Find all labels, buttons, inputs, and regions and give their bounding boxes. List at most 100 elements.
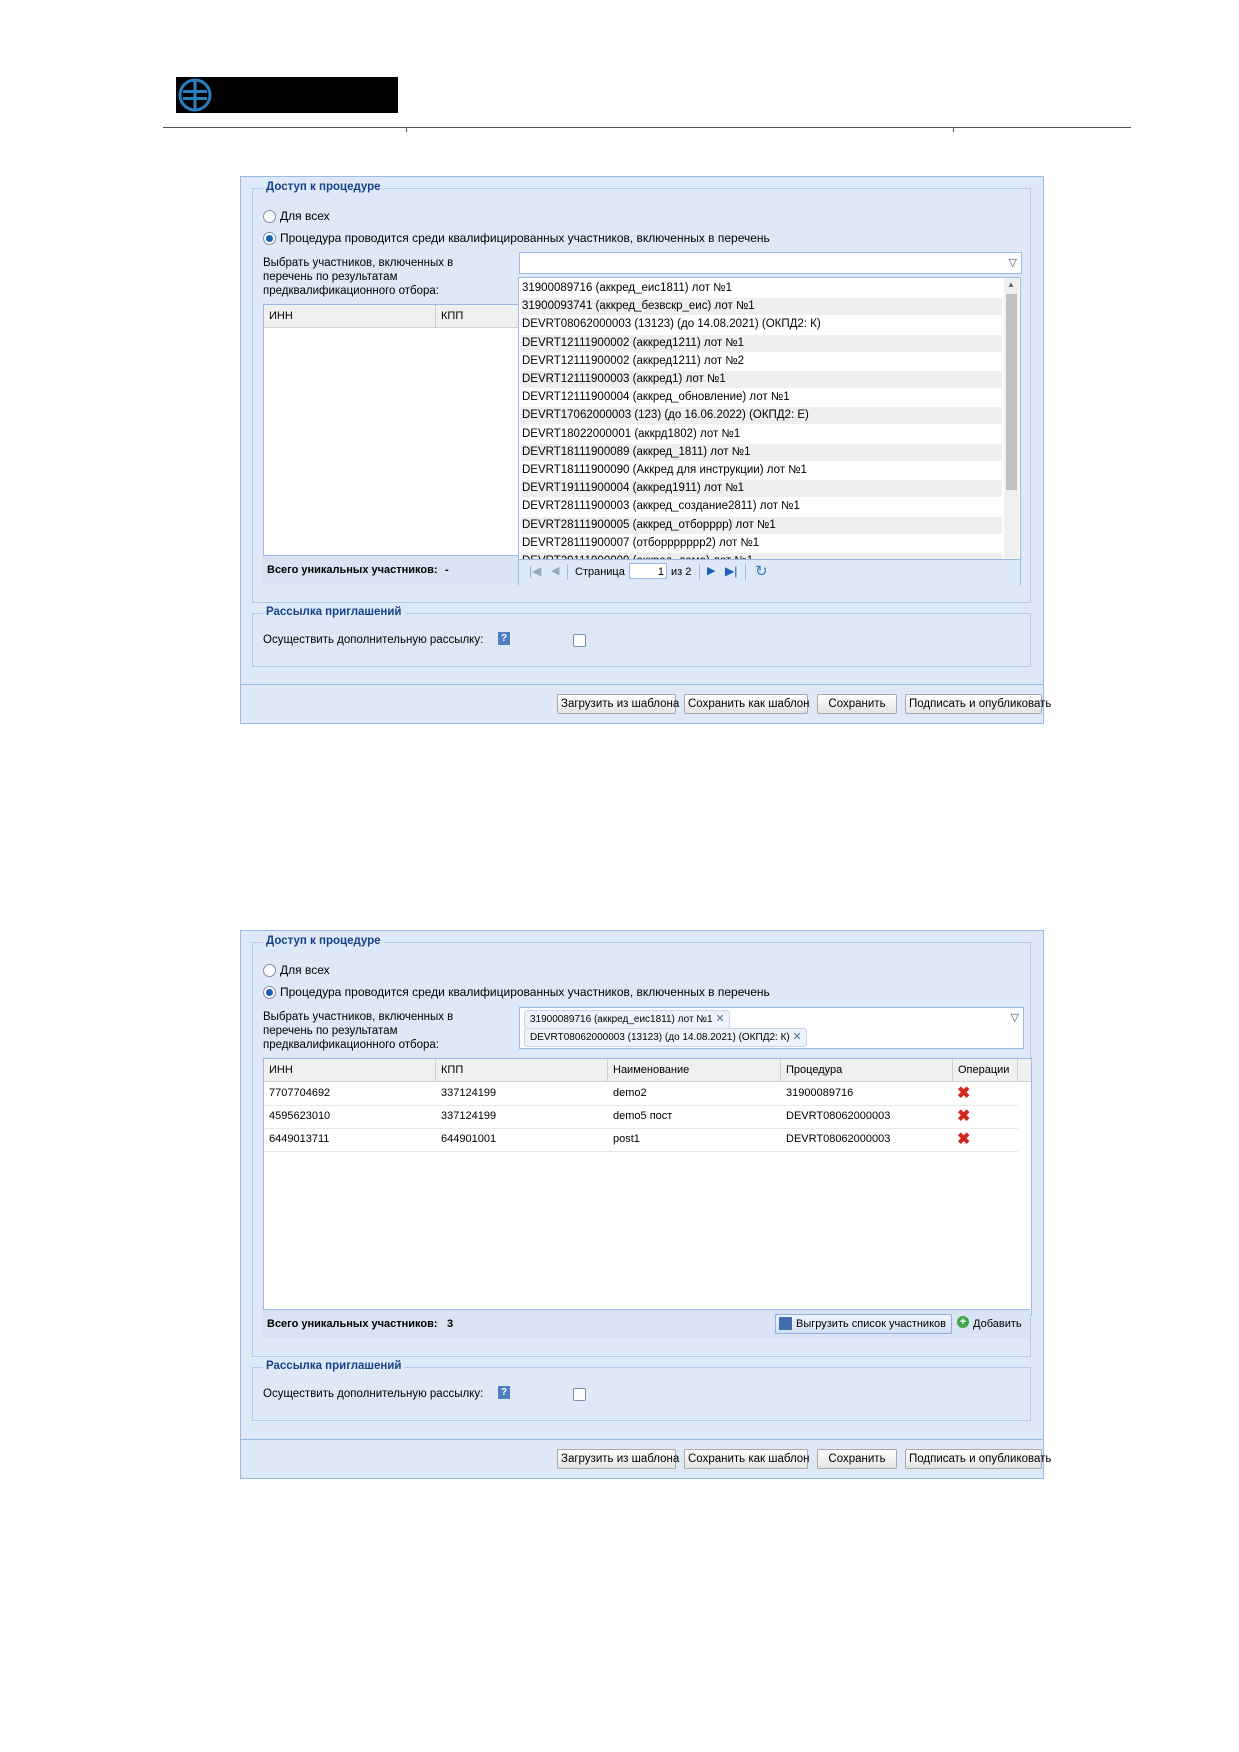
- column-kpp[interactable]: КПП: [436, 1059, 608, 1081]
- radio-qualified-label: Процедура проводится среди квалифицирова…: [280, 985, 770, 999]
- next-page-icon[interactable]: ▶: [707, 564, 715, 577]
- page-label: Страница: [575, 566, 625, 578]
- page-of-label: из 2: [671, 566, 692, 578]
- page-input[interactable]: 1: [629, 563, 667, 579]
- participants-combo[interactable]: ▽: [519, 252, 1022, 274]
- dropdown-item[interactable]: DEVRT18111900089 (аккред_1811) лот №1: [521, 443, 1002, 461]
- delete-row-icon[interactable]: ✖: [957, 1109, 970, 1125]
- load-template-button[interactable]: Загрузить из шаблона: [557, 1449, 679, 1469]
- table-row[interactable]: 6449013711 644901001 post1 DEVRT08062000003…: [264, 1128, 1018, 1152]
- dropdown-scrollbar[interactable]: ▲ ▼: [1004, 278, 1019, 584]
- dropdown-item[interactable]: DEVRT28111900003 (аккред_создание2811) л…: [521, 498, 1002, 515]
- add-icon[interactable]: +: [957, 1316, 969, 1328]
- radio-all[interactable]: [263, 210, 276, 223]
- mailing-label: Осуществить дополнительную рассылку:: [263, 1388, 484, 1400]
- radio-qualified-label: Процедура проводится среди квалифицирова…: [280, 231, 770, 245]
- dropdown-item[interactable]: 31900089716 (аккред_еис1811) лот №1: [521, 280, 1002, 297]
- dropdown-item[interactable]: DEVRT12111900004 (аккред_обновление) лот…: [521, 389, 1002, 406]
- access-legend: Доступ к процедуре: [263, 181, 384, 193]
- help-icon[interactable]: ?: [498, 632, 510, 645]
- dropdown-item[interactable]: DEVRT17062000003 (123) (до 16.06.2022) (…: [521, 407, 1002, 425]
- participants-dropdown-list[interactable]: 31900089716 (аккред_еис1811) лот №1 31900…: [518, 277, 1021, 585]
- unique-participants-count: 3: [447, 1318, 454, 1330]
- dropdown-item[interactable]: DEVRT12111900003 (аккред1) лот №1: [521, 371, 1002, 388]
- sign-publish-button[interactable]: Подписать и опубликовать: [905, 1449, 1051, 1469]
- combo-trigger-icon[interactable]: ▽: [1009, 256, 1017, 269]
- scroll-thumb[interactable]: [1006, 294, 1017, 490]
- radio-all[interactable]: [263, 964, 276, 977]
- save-button[interactable]: Сохранить: [817, 694, 897, 714]
- floppy-disk-icon: [779, 1317, 792, 1330]
- dropdown-item[interactable]: DEVRT18022000001 (аккрд1802) лот №1: [521, 426, 1002, 443]
- delete-row-icon[interactable]: ✖: [957, 1086, 970, 1102]
- participants-tag-combo[interactable]: 31900089716 (аккред_еис1811) лот №1 ✕ DE…: [519, 1007, 1024, 1049]
- dropdown-item[interactable]: 31900093741 (аккред_безвскр_еис) лот №1: [521, 298, 1002, 316]
- selected-tag[interactable]: 31900089716 (аккред_еис1811) лот №1 ✕: [524, 1010, 730, 1029]
- unique-participants-label: Всего уникальных участников:: [267, 1318, 438, 1330]
- cell-procedure: DEVRT08062000003: [786, 1110, 891, 1122]
- save-template-button[interactable]: Сохранить как шаблон: [684, 694, 810, 714]
- tag-remove-icon[interactable]: ✕: [715, 1011, 724, 1028]
- help-icon[interactable]: ?: [498, 1386, 510, 1399]
- first-page-icon[interactable]: |◀: [529, 564, 541, 578]
- column-procedure[interactable]: Процедура: [781, 1059, 953, 1081]
- toolbar-divider: [241, 684, 1043, 685]
- sign-publish-button[interactable]: Подписать и опубликовать: [905, 694, 1051, 714]
- column-inn[interactable]: ИНН: [264, 1059, 436, 1081]
- select-participants-label-line2: перечень по результатам: [263, 271, 398, 283]
- refresh-icon[interactable]: ↻: [755, 562, 768, 580]
- dropdown-item[interactable]: DEVRT19111900004 (аккред1911) лот №1: [521, 480, 1002, 498]
- tag-remove-icon[interactable]: ✕: [793, 1029, 802, 1046]
- header-divider: [163, 127, 1131, 132]
- selected-tag[interactable]: DEVRT08062000003 (13123) (до 14.08.2021)…: [524, 1028, 807, 1047]
- column-name[interactable]: Наименование: [608, 1059, 781, 1081]
- cell-kpp: 337124199: [441, 1110, 497, 1122]
- last-page-icon[interactable]: ▶|: [725, 564, 737, 578]
- radio-all-label: Для всех: [280, 209, 330, 223]
- scroll-up-icon[interactable]: ▲: [1007, 280, 1015, 289]
- participants-grid: ИНН КПП Наименование Процедура Операции …: [263, 1058, 1032, 1315]
- mailing-legend: Рассылка приглашений: [263, 1360, 405, 1372]
- mailing-checkbox[interactable]: [573, 634, 586, 647]
- radio-qualified[interactable]: [263, 986, 276, 999]
- toolbar-divider: [241, 1439, 1043, 1440]
- select-participants-label-line3: предквалификационного отбора:: [263, 1039, 439, 1051]
- selected-tag-label: DEVRT08062000003 (13123) (до 14.08.2021)…: [530, 1032, 790, 1043]
- table-row[interactable]: 7707704692 337124199 demo2 31900089716 ✖: [264, 1082, 1018, 1106]
- export-participants-button[interactable]: Выгрузить список участников: [775, 1314, 952, 1334]
- cell-inn: 4595623010: [269, 1110, 331, 1122]
- dropdown-item[interactable]: DEVRT28111900005 (аккред_отборррр) лот №…: [521, 516, 1002, 534]
- logo-emblem-icon: [178, 78, 212, 112]
- combo-trigger-icon[interactable]: ▽: [1011, 1011, 1019, 1024]
- selected-tag-label: 31900089716 (аккред_еис1811) лот №1: [530, 1014, 713, 1025]
- access-fieldset: Доступ к процедуре Для всех Процедура пр…: [252, 935, 1032, 1357]
- grid-footer: Всего уникальных участников: 3 Выгрузить…: [263, 1309, 1030, 1338]
- save-button[interactable]: Сохранить: [817, 1449, 897, 1469]
- column-inn[interactable]: ИНН: [264, 305, 436, 327]
- dropdown-item[interactable]: DEVRT08062000003 (13123) (до 14.08.2021)…: [521, 316, 1002, 333]
- delete-row-icon[interactable]: ✖: [957, 1132, 970, 1148]
- dropdown-item[interactable]: DEVRT12111900002 (аккред1211) лот №1: [521, 334, 1002, 352]
- company-logo: [176, 77, 398, 113]
- dropdown-item[interactable]: DEVRT28111900007 (отборрррррр2) лот №1: [521, 535, 1002, 552]
- unique-participants-count: -: [445, 564, 449, 576]
- table-row[interactable]: 4595623010 337124199 demo5 пост DEVRT080620…: [264, 1105, 1018, 1129]
- radio-qualified[interactable]: [263, 232, 276, 245]
- cell-procedure: 31900089716: [786, 1087, 854, 1099]
- dropdown-item[interactable]: DEVRT18111900090 (Аккред для инструкции)…: [521, 462, 1002, 479]
- cell-name: demo5 пост: [613, 1110, 673, 1122]
- dropdown-item[interactable]: DEVRT12111900002 (аккред1211) лот №2: [521, 353, 1002, 370]
- load-template-button[interactable]: Загрузить из шаблона: [557, 694, 679, 714]
- column-kpp[interactable]: КПП: [436, 305, 526, 327]
- select-participants-label-line1: Выбрать участников, включенных в: [263, 1011, 454, 1023]
- participants-grid: ИНН КПП: [263, 304, 527, 566]
- grid-footer: Всего уникальных участников: -: [263, 555, 525, 584]
- mailing-legend: Рассылка приглашений: [263, 606, 405, 618]
- mailing-label: Осуществить дополнительную рассылку:: [263, 634, 484, 646]
- procedure-access-panel-selected: Доступ к процедуре Для всех Процедура пр…: [240, 930, 1051, 1479]
- mailing-checkbox[interactable]: [573, 1388, 586, 1401]
- save-template-button[interactable]: Сохранить как шаблон: [684, 1449, 810, 1469]
- column-operations[interactable]: Операции: [953, 1059, 1018, 1081]
- add-button[interactable]: Добавить: [973, 1318, 1022, 1330]
- prev-page-icon[interactable]: ◀: [551, 564, 559, 577]
